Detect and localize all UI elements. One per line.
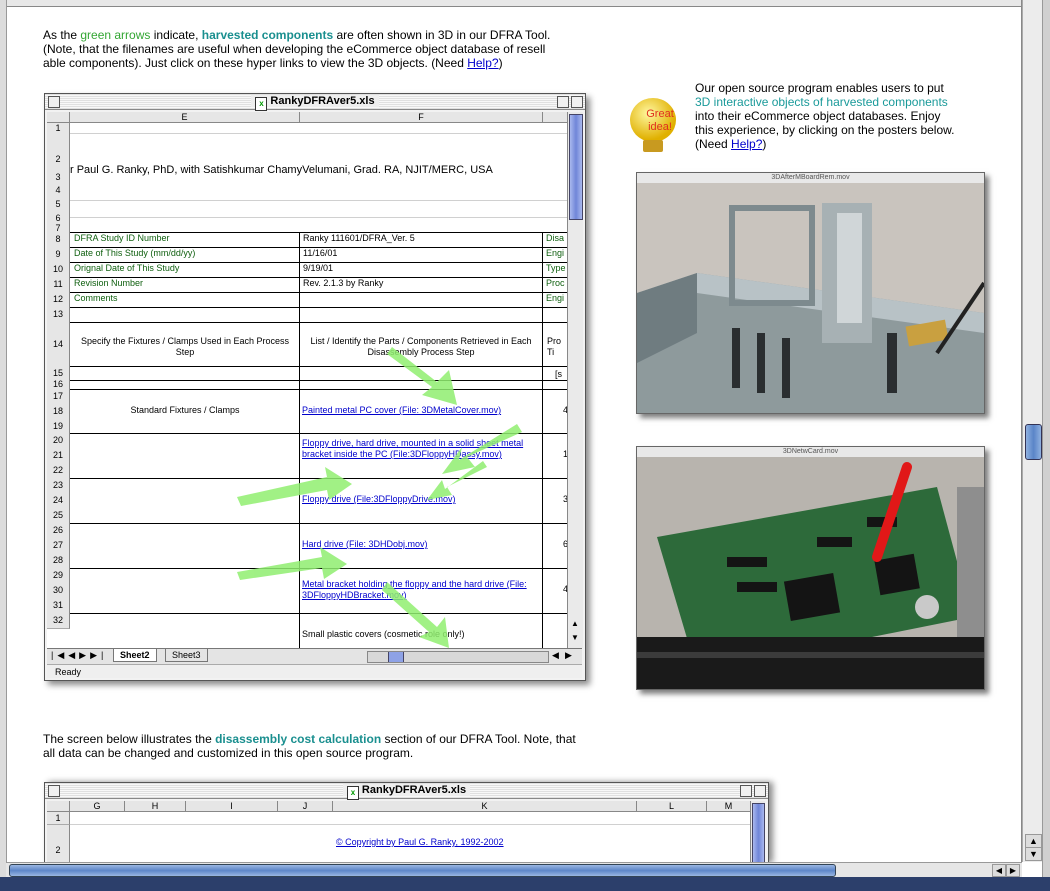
cost-spreadsheet-title-bar[interactable]: x RankyDFRAver5.xls [45,783,768,800]
column-header-j[interactable]: J [278,801,333,812]
intro-text-1: As the [43,28,81,42]
green-arrow [382,582,449,648]
spreadsheet-vertical-scrollbar[interactable]: ▲ ▼ [567,112,583,648]
scroll-left-arrow-icon[interactable]: ◀ [552,650,559,661]
mid-line-2: all data can be changed and customized i… [43,746,414,760]
page-horizontal-scrollbar[interactable]: ◀ ▶ [6,862,1022,877]
poster-title: 3DAfterMBoardRem.mov [637,173,984,183]
page-scroll-thumb[interactable] [1025,424,1042,460]
mid-text-1: The screen below illustrates the [43,732,216,746]
scrollbar-thumb[interactable] [388,652,404,662]
intro-paragraph: As the green arrows indicate, harvested … [43,28,603,70]
green-arrow [237,467,352,506]
excel-file-icon: x [346,786,359,800]
poster-title: 3DNetwCard.mov [637,447,984,457]
window-left-edge [0,0,7,891]
intro-text-2: indicate, [150,28,202,42]
side-line-4: this experience, by clicking on the post… [695,123,955,137]
zoom-box-icon[interactable] [557,96,569,108]
row-header[interactable]: 1 [47,812,70,825]
column-header-i[interactable]: I [186,801,278,812]
column-header-m[interactable]: M [707,801,750,812]
spreadsheet-title: RankyDFRAver5.xls [270,95,375,107]
window-right-edge [1042,0,1050,891]
column-header-g[interactable]: G [70,801,125,812]
spreadsheet-title-bar[interactable]: x RankyDFRAver5.xls [45,94,585,111]
pc-chassis-image [637,183,984,413]
column-header-h[interactable]: H [125,801,186,812]
cost-vertical-scrollbar[interactable] [750,801,765,863]
side-line-1: Our open source program enables users to… [695,81,944,95]
great-idea-line1: Great [646,108,674,120]
side-line-5-end: ) [762,137,767,151]
horizontal-scrollbar[interactable] [367,651,549,663]
side-line-3: into their eCommerce object databases. E… [695,109,941,123]
page-scroll-up-icon[interactable]: ▲ [1025,834,1042,848]
zoom-box-icon[interactable] [740,785,752,797]
page-vertical-scrollbar[interactable]: ▲ ▼ [1022,0,1043,862]
scroll-up-arrow-icon[interactable]: ▲ [569,618,581,630]
cost-spreadsheet-title: RankyDFRAver5.xls [361,784,467,796]
green-arrow [237,547,347,580]
collapse-box-icon[interactable] [754,785,766,797]
page-scroll-left-icon[interactable]: ◀ [992,864,1006,877]
close-box-icon[interactable] [48,96,60,108]
tab-sheet2[interactable]: Sheet2 [113,649,157,662]
cost-spreadsheet-grid[interactable]: G H I J K L M 1 2 © Copyright by Paul G.… [47,801,750,863]
intro-line-2: (Note, that the filenames are useful whe… [43,42,546,56]
tab-nav-arrows-icon[interactable]: |◀◀▶▶| [51,650,107,661]
great-idea-label: Great idea! [644,108,676,134]
close-box-icon[interactable] [48,785,60,797]
tab-sheet3[interactable]: Sheet3 [165,649,208,662]
mid-text-2: section of our DFRA Tool. Note, that [381,732,576,746]
page-scroll-down-icon[interactable]: ▼ [1025,847,1042,861]
scrollbar-thumb[interactable] [569,114,583,220]
intro-line-3: able components). Just click on these hy… [43,56,468,70]
mid-teal-text: disassembly cost calculation [215,732,382,746]
scrollbar-thumb[interactable] [752,803,765,863]
spreadsheet-grid[interactable]: E F 1 2 3 4 5 6 7 8 9 10 11 12 13 14 15 16 17 18 19 20 21 22 2… [47,112,567,648]
copyright-link[interactable]: © Copyright by Paul G. Ranky, 1992-2002 [336,837,636,848]
bottom-bar [0,877,1050,891]
help-link[interactable]: Help? [467,56,498,70]
collapse-box-icon[interactable] [571,96,583,108]
intro-text-3: are often shown in 3D in our DFRA Tool. [333,28,551,42]
cost-spreadsheet-window: x RankyDFRAver5.xls G H I J K L M 1 2 © C… [44,782,769,863]
page-scroll-right-icon[interactable]: ▶ [1006,864,1020,877]
spreadsheet-window: x RankyDFRAver5.xls E F 1 2 3 4 5 6 7 8 9 10 11 12 13… [44,93,586,681]
column-header-l[interactable]: L [637,801,707,812]
cost-calculation-paragraph: The screen below illustrates the disasse… [43,732,603,760]
side-paragraph: Our open source program enables users to… [695,81,1015,151]
intro-green-arrows: green arrows [80,28,151,42]
scroll-right-arrow-icon[interactable]: ▶ [565,650,572,661]
column-header-k[interactable]: K [333,801,637,812]
network-card-image [637,457,984,689]
green-arrows-overlay [237,347,522,648]
great-idea-line2: idea! [648,121,672,133]
intro-harvested: harvested components [201,28,334,42]
excel-file-icon: x [255,97,268,111]
intro-line-3-end: ) [498,56,503,70]
status-bar: Ready [47,664,582,678]
grid-line [70,824,750,825]
side-teal-text: 3D interactive objects of harvested comp… [695,95,948,109]
side-help-link[interactable]: Help? [731,137,762,151]
page-hscroll-thumb[interactable] [9,864,836,877]
green-arrow [387,347,457,405]
side-line-5: (Need [695,137,732,151]
poster-3d-after-mboard-removal[interactable]: 3DAfterMBoardRem.mov [636,172,985,414]
sheet-tabs-bar: |◀◀▶▶| Sheet2 Sheet3 ◀ ▶ [47,648,582,664]
row-header[interactable]: 2 [47,825,70,863]
status-text: Ready [55,667,82,677]
scroll-down-arrow-icon[interactable]: ▼ [569,632,581,644]
corner-header[interactable] [47,801,70,812]
poster-3d-network-card[interactable]: 3DNetwCard.mov [636,446,985,690]
window-top-edge [0,0,1050,7]
great-idea-bulb-icon: Great idea! [628,96,678,156]
